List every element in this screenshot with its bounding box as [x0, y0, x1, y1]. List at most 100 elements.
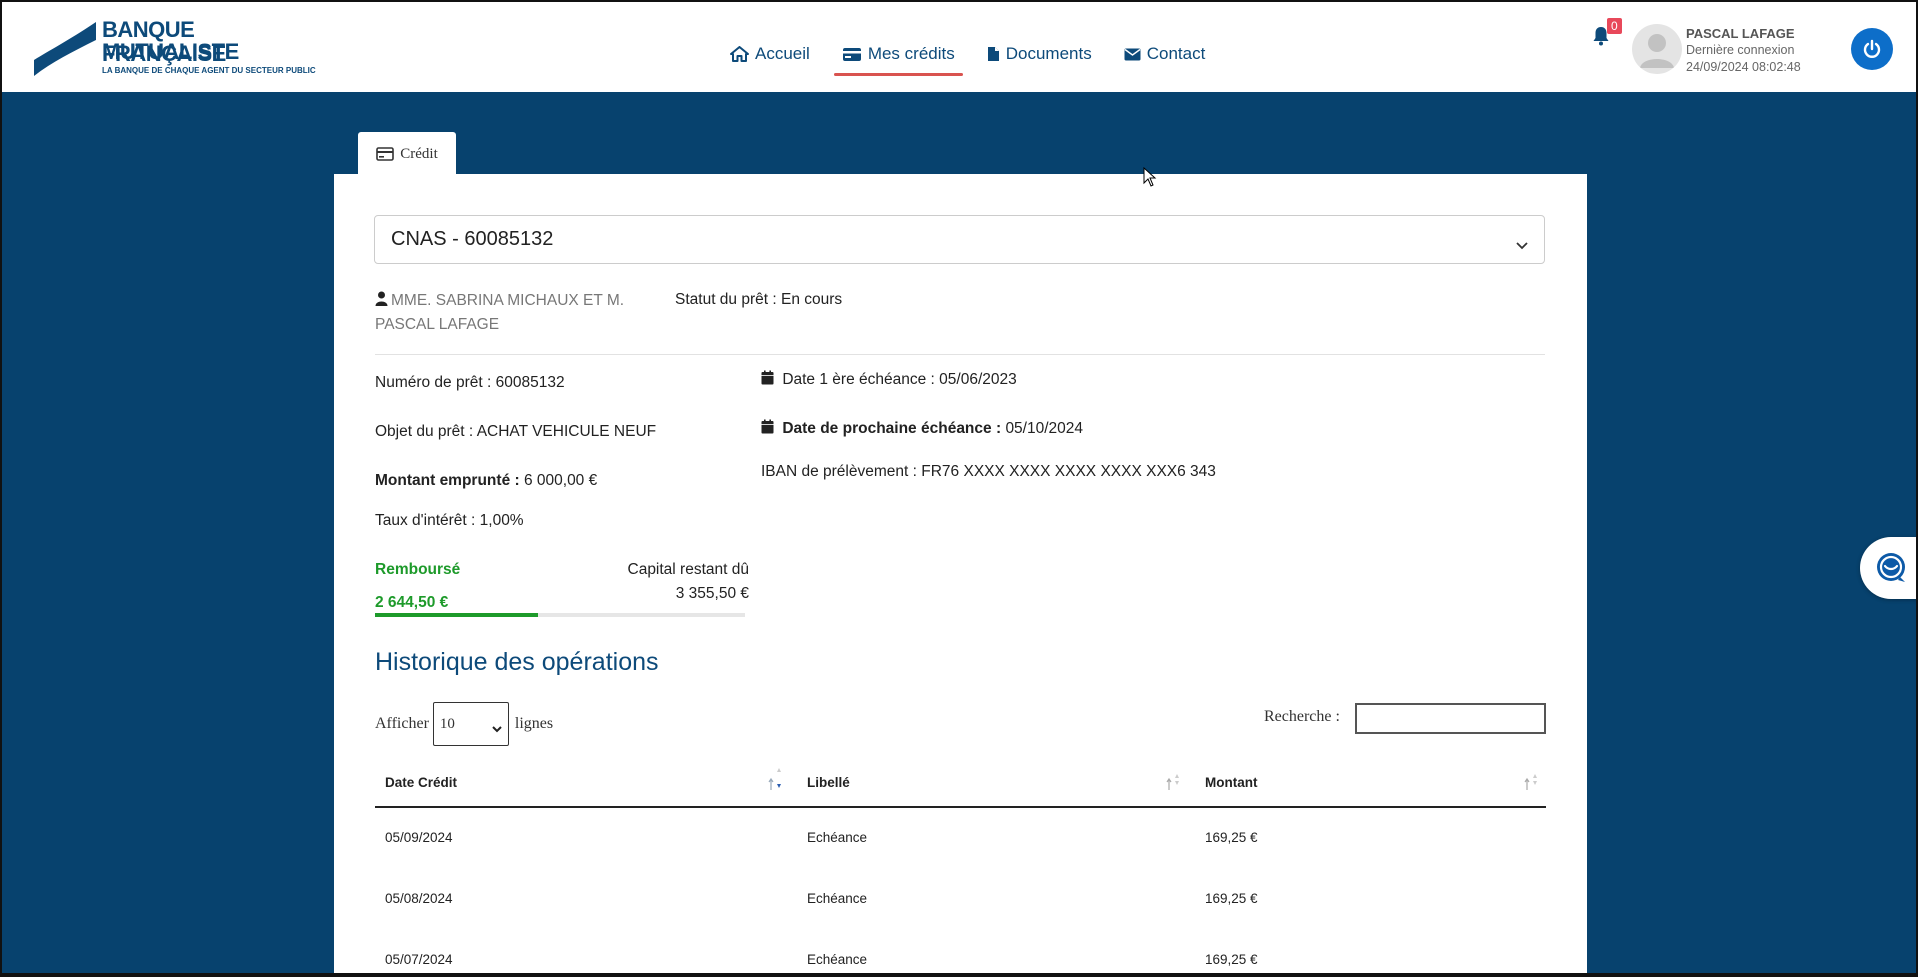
table-row: 05/09/2024 Echéance 169,25 €: [375, 808, 1546, 869]
iban-value: FR76 XXXX XXXX XXXX XXXX XXX6 343: [921, 463, 1216, 480]
repayment-progress: [375, 613, 745, 617]
cell-montant: 169,25 €: [1205, 891, 1258, 906]
tab-label: Crédit: [400, 145, 438, 162]
nav-item-documents[interactable]: Documents: [979, 36, 1100, 72]
window-frame-bottom: [0, 973, 1918, 977]
page-length-select[interactable]: 10: [432, 702, 509, 746]
envelope-icon: [1124, 48, 1141, 61]
first-due-date: Date 1 ère échéance : 05/06/2023: [761, 370, 1017, 389]
remaining-value: 3 355,50 €: [675, 585, 749, 602]
search-label: Recherche :: [1264, 708, 1340, 725]
calendar-icon: [761, 370, 774, 385]
loan-select-value: CNAS - 60085132: [391, 228, 554, 250]
cell-libelle: Echéance: [807, 830, 868, 845]
loan-object-label: Objet du prêt :: [375, 423, 474, 440]
nav-item-contact[interactable]: Contact: [1116, 36, 1214, 72]
power-icon: [1863, 39, 1881, 58]
notification-badge: 0: [1607, 18, 1622, 34]
home-icon: [730, 46, 749, 62]
last-login-value: 24/09/2024 08:02:48: [1686, 60, 1801, 74]
last-login-label: Dernière connexion: [1686, 43, 1795, 57]
loan-number-value: 60085132: [495, 374, 565, 391]
holder-line1: MME. SABRINA MICHAUX ET M.: [391, 292, 625, 309]
chevron-down-icon: [492, 721, 502, 738]
last-login: Dernière connexion 24/09/2024 08:02:48: [1686, 42, 1801, 76]
sort-icon[interactable]: [1523, 766, 1539, 792]
cell-montant: 169,25 €: [1205, 952, 1258, 967]
search-input[interactable]: [1355, 703, 1546, 734]
credit-card-panel: CNAS - 60085132 MME. SABRINA MICHAUX ET …: [334, 174, 1587, 973]
file-icon: [987, 46, 1000, 62]
page-length-control: Afficher 10 lignes: [375, 702, 553, 746]
rows-label: lignes: [514, 715, 554, 732]
history-title: Historique des opérations: [375, 648, 659, 676]
nav-item-label: Contact: [1146, 44, 1206, 63]
first-due-value: 05/06/2023: [939, 371, 1017, 388]
loan-rate-value: 1,00%: [479, 512, 524, 529]
loan-object-value: ACHAT VEHICULE NEUF: [476, 423, 657, 440]
credit-card-icon: [842, 47, 862, 62]
loan-amount: Montant emprunté : 6 000,00 €: [375, 472, 597, 490]
cell-date: 05/09/2024: [385, 830, 453, 845]
nav-item-label: Documents: [1005, 44, 1092, 63]
cell-date: 05/07/2024: [385, 952, 453, 967]
column-header-libelle[interactable]: Libellé: [807, 775, 850, 790]
repaid-label: Remboursé: [375, 561, 461, 578]
window-frame-left: [0, 0, 2, 977]
iban: IBAN de prélèvement : FR76 XXXX XXXX XXX…: [761, 463, 1216, 481]
user-name: PASCAL LAFAGE: [1686, 26, 1795, 41]
avatar[interactable]: [1632, 24, 1682, 74]
nav-item-label: Mes crédits: [867, 44, 955, 63]
brand-line2: MUTUALISTE: [102, 39, 239, 64]
sort-icon[interactable]: [1165, 766, 1181, 792]
cell-libelle: Echéance: [807, 891, 868, 906]
nav-item-mes-credits[interactable]: Mes crédits: [833, 36, 963, 76]
cell-libelle: Echéance: [807, 952, 868, 967]
tab-credit[interactable]: Crédit: [358, 132, 456, 176]
loan-object: Objet du prêt : ACHAT VEHICULE NEUF: [375, 423, 656, 441]
calendar-icon: [761, 419, 774, 434]
loan-holders: MME. SABRINA MICHAUX ET M. PASCAL LAFAGE: [375, 289, 655, 337]
table-row: 05/08/2024 Echéance 169,25 €: [375, 869, 1546, 930]
operations-table: Date Crédit Libellé Montant 05/09/2024 E…: [375, 752, 1546, 973]
brand-tagline: LA BANQUE DE CHAQUE AGENT DU SECTEUR PUB…: [102, 66, 316, 75]
cell-montant: 169,25 €: [1205, 830, 1258, 845]
loan-select[interactable]: CNAS - 60085132: [374, 215, 1545, 264]
brand-logo-icon: [34, 22, 96, 76]
chevron-down-icon: [1516, 233, 1528, 256]
credit-card-icon: [376, 147, 395, 161]
iban-label: IBAN de prélèvement :: [761, 463, 917, 480]
first-due-label: Date 1 ère échéance :: [782, 371, 935, 388]
column-header-date[interactable]: Date Crédit: [385, 775, 457, 790]
remaining-label: Capital restant dû: [627, 561, 750, 578]
next-due-date: Date de prochaine échéance : 05/10/2024: [761, 419, 1083, 438]
next-due-value: 05/10/2024: [1005, 420, 1084, 437]
loan-rate-label: Taux d'intérêt :: [375, 512, 476, 529]
loan-rate: Taux d'intérêt : 1,00%: [375, 512, 524, 530]
divider: [375, 354, 1545, 355]
loan-amount-value: 6 000,00 €: [523, 472, 598, 489]
loan-amount-label: Montant emprunté :: [375, 472, 520, 489]
brand-logo[interactable]: BANQUE FRANÇAISE MUTUALISTE LA BANQUE DE…: [32, 18, 316, 80]
show-label: Afficher: [375, 715, 429, 732]
table-header: Date Crédit Libellé Montant: [375, 752, 1546, 808]
nav-item-accueil[interactable]: Accueil: [722, 36, 818, 72]
repayment-progress-fill: [375, 613, 538, 617]
loan-number: Numéro de prêt : 60085132: [375, 374, 565, 392]
top-header: BANQUE FRANÇAISE MUTUALISTE LA BANQUE DE…: [0, 0, 1918, 92]
sort-desc-icon[interactable]: [767, 766, 783, 792]
nav-item-label: Accueil: [755, 44, 810, 63]
table-row: 05/07/2024 Echéance 169,25 €: [375, 930, 1546, 973]
loan-number-label: Numéro de prêt :: [375, 374, 492, 391]
column-header-montant[interactable]: Montant: [1205, 775, 1257, 790]
chat-icon: [1874, 551, 1908, 590]
status-value: En cours: [781, 291, 843, 308]
loan-status: Statut du prêt : En cours: [675, 291, 842, 309]
holder-line2: PASCAL LAFAGE: [375, 316, 500, 333]
status-label: Statut du prêt :: [675, 291, 777, 308]
logout-button[interactable]: [1851, 28, 1893, 70]
main-nav: Accueil Mes crédits Documents Contact: [722, 36, 1229, 76]
next-due-label: Date de prochaine échéance :: [782, 420, 1002, 437]
chat-button[interactable]: [1860, 537, 1918, 599]
cell-date: 05/08/2024: [385, 891, 453, 906]
